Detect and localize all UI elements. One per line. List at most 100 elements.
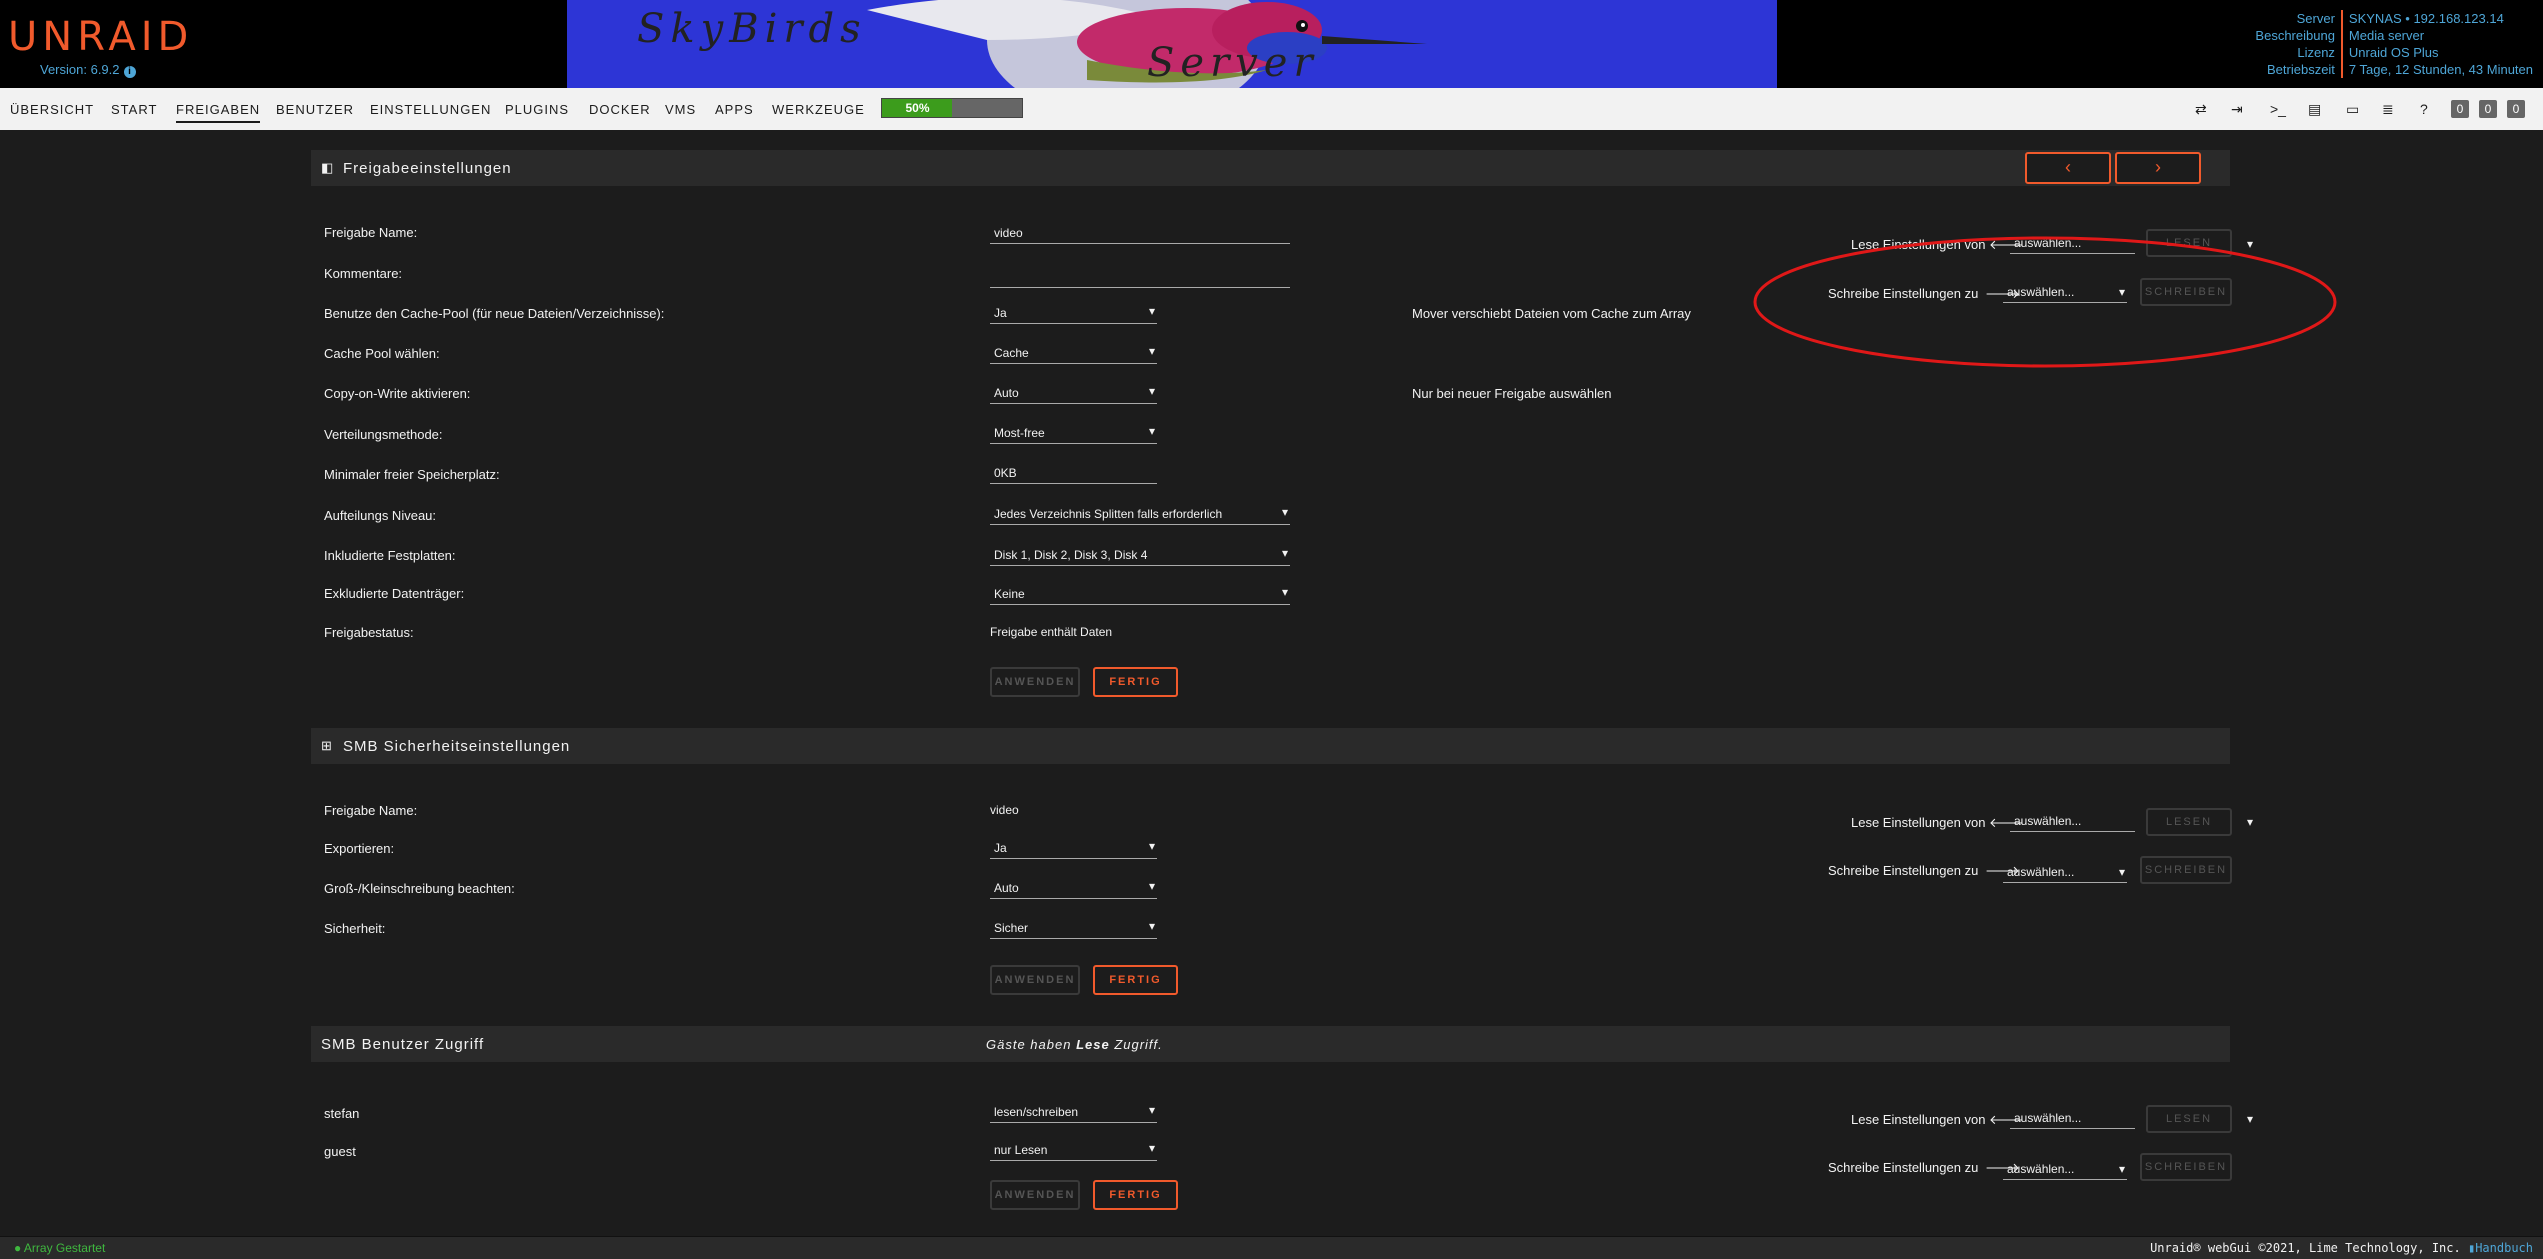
use-cache-label: Benutze den Cache-Pool (für neue Dateien… [324, 306, 665, 321]
allocation-method-label: Verteilungsmethode: [324, 427, 443, 442]
cache-pool-select[interactable]: Cache [990, 342, 1157, 364]
included-disks-select[interactable]: Disk 1, Disk 2, Disk 3, Disk 4 [990, 544, 1290, 566]
handbook-link[interactable]: Handbuch [2475, 1241, 2533, 1255]
users-read-settings-select[interactable]: auswählen... [2010, 1109, 2135, 1129]
copy-on-write-note: Nur bei neuer Freigabe auswählen [1412, 386, 1612, 401]
nav-shares[interactable]: FREIGABEN [176, 102, 261, 123]
switch-icon[interactable]: ⇄ [2195, 101, 2207, 118]
split-level-select[interactable]: Jedes Verzeichnis Splitten falls erforde… [990, 503, 1290, 525]
copy-on-write-label: Copy-on-Write aktivieren: [324, 386, 471, 401]
info-screen-icon[interactable]: ▭ [2346, 101, 2359, 118]
uptime-label: Betriebszeit [2267, 62, 2335, 77]
nav-overview[interactable]: ÜBERSICHT [10, 102, 94, 117]
users-read-settings-label: Lese Einstellungen von [1851, 1112, 1986, 1127]
chevron-down-icon[interactable]: ▾ [2247, 815, 2253, 829]
log-icon[interactable]: ≣ [2382, 101, 2394, 118]
next-share-button[interactable]: › [2115, 152, 2201, 184]
smb-apply-button[interactable]: ANWENDEN [990, 965, 1080, 995]
user-stefan-label: stefan [324, 1106, 360, 1121]
server-info-values: SKYNAS • 192.168.123.14 Media server Unr… [2343, 10, 2533, 78]
terminal-icon[interactable]: >_ [2270, 101, 2286, 117]
use-cache-select[interactable]: Ja [990, 302, 1157, 324]
cache-pool-label: Cache Pool wählen: [324, 346, 440, 361]
comments-input[interactable] [990, 266, 1290, 288]
smb-security-header: ⊞ SMB Sicherheitseinstellungen [311, 728, 2230, 764]
smb-share-name-value: video [990, 803, 1019, 817]
smb-read-settings-label: Lese Einstellungen von [1851, 815, 1986, 830]
chevron-down-icon[interactable]: ▾ [2247, 1112, 2253, 1126]
nav-tools[interactable]: WERKZEUGE [772, 102, 865, 117]
users-write-button[interactable]: SCHREIBEN [2140, 1153, 2232, 1181]
user-guest-access-select[interactable]: nur Lesen [990, 1139, 1157, 1161]
warnings-count[interactable]: 0 [2479, 100, 2497, 118]
nav-users[interactable]: BENUTZER [276, 102, 354, 117]
copy-on-write-select[interactable]: Auto [990, 382, 1157, 404]
smb-user-access-title: SMB Benutzer Zugriff [321, 1036, 485, 1053]
cpu-progress-bar[interactable]: 50% [881, 98, 1023, 118]
feedback-icon[interactable]: ▤ [2308, 101, 2321, 118]
smb-write-settings-select[interactable]: auswählen... [2003, 863, 2127, 883]
smb-user-access-header: SMB Benutzer Zugriff Gäste haben Lese Zu… [311, 1026, 2230, 1062]
alerts-count[interactable]: 0 [2451, 100, 2469, 118]
server-info: Server Beschreibung Lizenz Betriebszeit … [2255, 10, 2533, 78]
excluded-disks-label: Exkludierte Datenträger: [324, 586, 465, 601]
nav-settings[interactable]: EINSTELLUNGEN [370, 102, 491, 117]
progress-label: 50% [905, 101, 930, 115]
notices-count[interactable]: 0 [2507, 100, 2525, 118]
nav-plugins[interactable]: PLUGINS [505, 102, 569, 117]
array-status-text: Array Gestartet [23, 1241, 106, 1255]
security-select[interactable]: Sicher [990, 917, 1157, 939]
nav-vms[interactable]: VMS [665, 102, 696, 117]
min-free-space-label: Minimaler freier Speicherplatz: [324, 467, 500, 482]
red-annotation-ellipse [1753, 236, 2337, 368]
array-status[interactable]: ● Array Gestartet [14, 1241, 105, 1255]
banner-text-1: SkyBirds [637, 6, 867, 52]
share-name-input[interactable]: video [990, 222, 1290, 244]
users-apply-button[interactable]: ANWENDEN [990, 1180, 1080, 1210]
help-icon[interactable]: ? [2420, 101, 2428, 117]
nav-apps[interactable]: APPS [715, 102, 754, 117]
version-info[interactable]: Version: 6.9.2 i [40, 62, 136, 78]
smb-read-button[interactable]: LESEN [2146, 808, 2232, 836]
footer-copyright: Unraid® webGui ©2021, Lime Technology, I… [2150, 1241, 2533, 1255]
export-select[interactable]: Ja [990, 837, 1157, 859]
included-disks-label: Inkludierte Festplatten: [324, 548, 456, 563]
share-icon: ◧ [321, 160, 334, 175]
license-value[interactable]: Unraid OS Plus [2349, 44, 2533, 61]
banner-text-2: Server [1147, 40, 1319, 86]
footer: ● Array Gestartet Unraid® webGui ©2021, … [0, 1236, 2543, 1259]
users-write-settings-select[interactable]: auswählen... [2003, 1160, 2127, 1180]
guest-access-note: Gäste haben Lese Zugriff. [986, 1037, 1163, 1052]
smb-done-button[interactable]: FERTIG [1093, 965, 1178, 995]
smb-write-button[interactable]: SCHREIBEN [2140, 856, 2232, 884]
min-free-space-input[interactable]: 0KB [990, 462, 1157, 484]
share-settings-title: Freigabeeinstellungen [343, 160, 512, 177]
previous-share-button[interactable]: ‹ [2025, 152, 2111, 184]
user-guest-label: guest [324, 1144, 356, 1159]
nav-start[interactable]: START [111, 102, 157, 117]
case-sensitive-select[interactable]: Auto [990, 877, 1157, 899]
smb-read-settings-select[interactable]: auswählen... [2010, 812, 2135, 832]
share-name-label: Freigabe Name: [324, 225, 418, 240]
windows-icon: ⊞ [321, 738, 332, 753]
user-stefan-access-select[interactable]: lesen/schreiben [990, 1101, 1157, 1123]
status-dot-icon: ● [14, 1241, 22, 1255]
share-apply-button[interactable]: ANWENDEN [990, 667, 1080, 697]
banner-image: SkyBirds Server [567, 0, 1777, 88]
version-text: Version: 6.9.2 [40, 62, 120, 77]
export-label: Exportieren: [324, 841, 395, 856]
excluded-disks-select[interactable]: Keine [990, 583, 1290, 605]
users-read-button[interactable]: LESEN [2146, 1105, 2232, 1133]
allocation-method-select[interactable]: Most-free [990, 422, 1157, 444]
license-label: Lizenz [2297, 45, 2335, 60]
unraid-logo[interactable]: UNRAID [8, 14, 193, 60]
logout-icon[interactable]: ⇥ [2231, 101, 2243, 118]
nav-docker[interactable]: DOCKER [589, 102, 651, 117]
smb-write-settings-label: Schreibe Einstellungen zu [1828, 863, 1979, 878]
users-done-button[interactable]: FERTIG [1093, 1180, 1178, 1210]
server-value: SKYNAS • 192.168.123.14 [2348, 11, 2504, 26]
server-label: Server [2296, 11, 2335, 26]
split-level-label: Aufteilungs Niveau: [324, 508, 437, 523]
share-done-button[interactable]: FERTIG [1093, 667, 1178, 697]
info-icon[interactable]: i [123, 66, 136, 78]
